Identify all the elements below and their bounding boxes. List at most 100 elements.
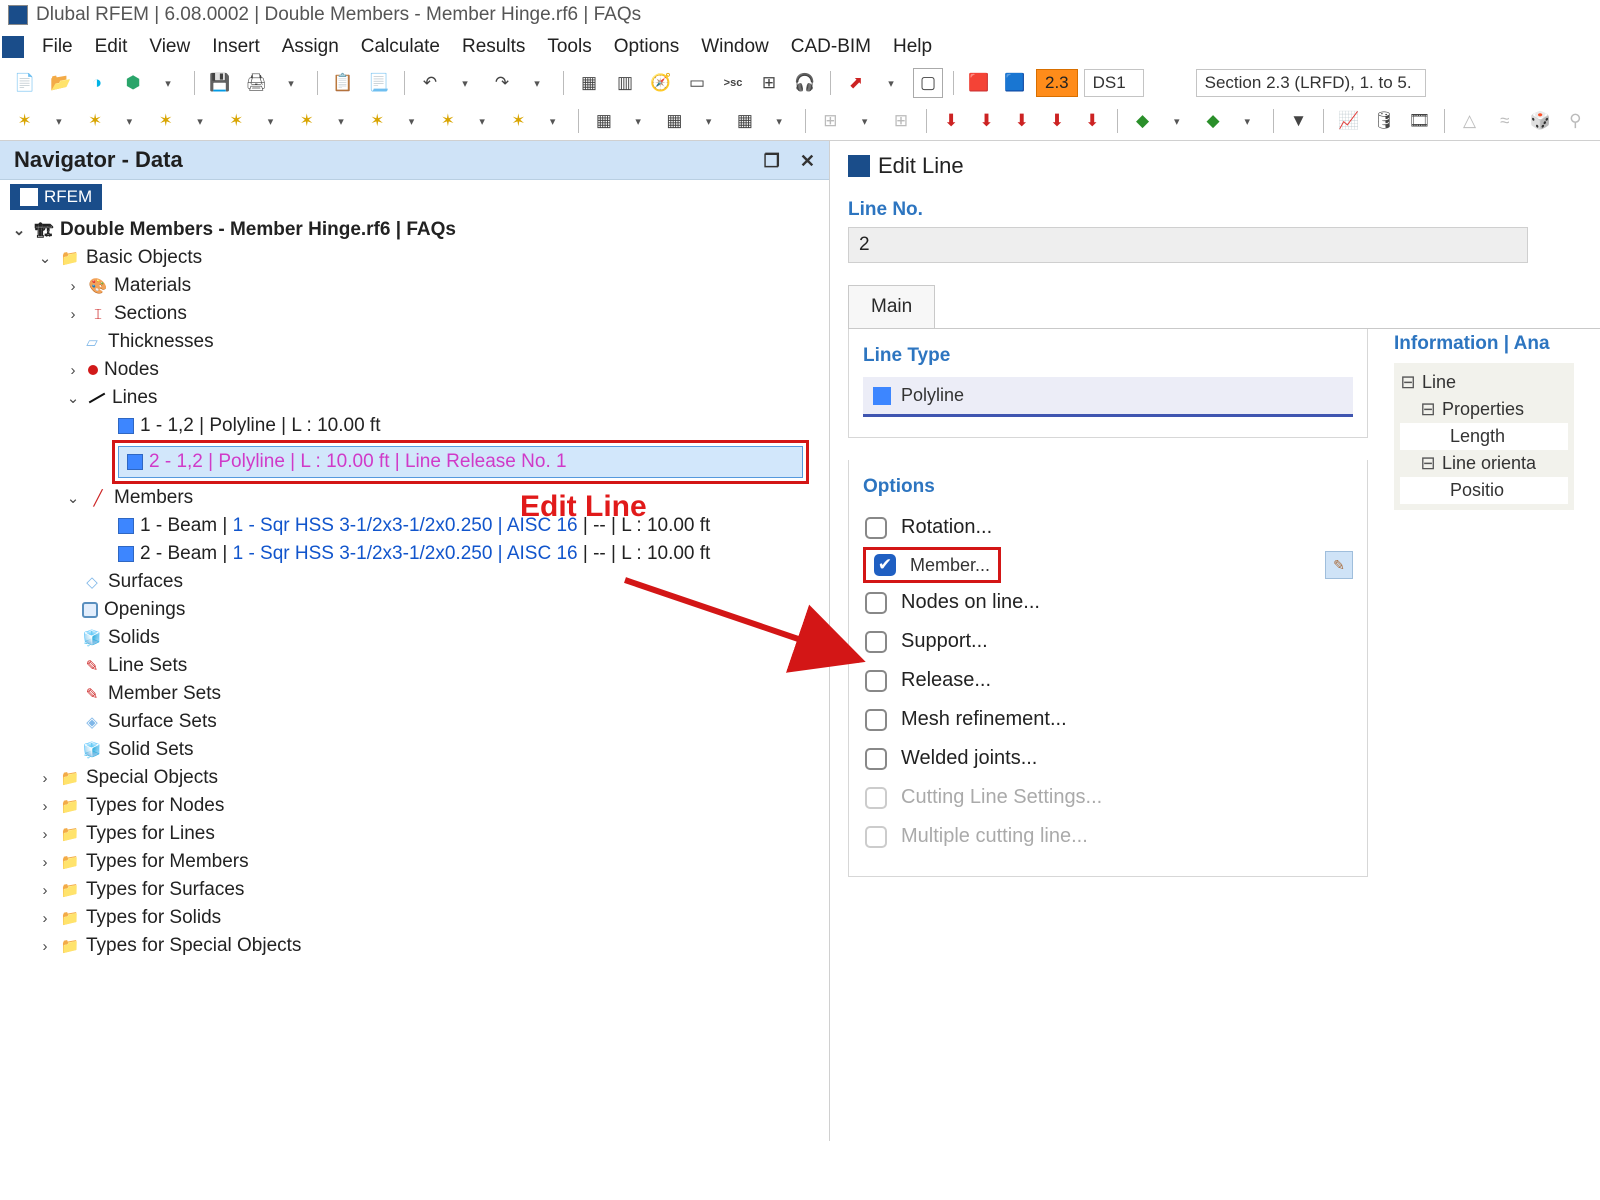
member2-link[interactable]: 1 - Sqr HSS 3-1/2x3-1/2x0.250 | AISC 16: [233, 543, 578, 564]
tree-surface-sets[interactable]: ◈Surface Sets: [8, 708, 821, 736]
menu-results[interactable]: Results: [452, 32, 535, 62]
twisty-open-icon[interactable]: ⌄: [10, 221, 28, 239]
twisty-open-icon[interactable]: ⌄: [64, 389, 82, 407]
section-combo[interactable]: Section 2.3 (LRFD), 1. to 5.: [1196, 69, 1426, 97]
member-edit-button[interactable]: ✎: [1325, 551, 1353, 579]
d2[interactable]: [116, 106, 145, 136]
open-icon[interactable]: 📂: [46, 68, 76, 98]
view2-icon[interactable]: 🛢: [1369, 106, 1398, 136]
misc2-icon[interactable]: ≈: [1490, 106, 1519, 136]
cloud-icon[interactable]: ◑: [82, 68, 112, 98]
tree-line-1[interactable]: 1 - 1,2 | Polyline | L : 10.00 ft: [8, 412, 821, 440]
tree-member-sets[interactable]: ✎Member Sets: [8, 680, 821, 708]
info-properties[interactable]: ⊟Properties: [1400, 396, 1568, 423]
block-icon[interactable]: ⬢: [118, 68, 148, 98]
tree-sections[interactable]: › 𝙸 Sections: [8, 300, 821, 328]
units-icon[interactable]: ⊞: [754, 68, 784, 98]
twisty-closed-icon[interactable]: ›: [36, 826, 54, 843]
star1-icon[interactable]: ✶: [10, 106, 39, 136]
doc2-icon[interactable]: 📃: [364, 68, 394, 98]
twisty-closed-icon[interactable]: ›: [36, 882, 54, 899]
star3-icon[interactable]: ✶: [151, 106, 180, 136]
app-menu-icon[interactable]: [2, 36, 24, 58]
load4-icon[interactable]: ⬇: [1042, 106, 1071, 136]
collapse-icon[interactable]: ⊟: [1420, 399, 1436, 420]
gyd1[interactable]: [851, 106, 880, 136]
d5[interactable]: [327, 106, 356, 136]
option-rotation[interactable]: Rotation...: [863, 508, 1353, 547]
menu-window[interactable]: Window: [691, 32, 779, 62]
tab-main[interactable]: Main: [848, 285, 935, 328]
view1-icon[interactable]: 📈: [1334, 106, 1363, 136]
tree-types-special[interactable]: ›Types for Special Objects: [8, 932, 821, 960]
res1-icon[interactable]: 🟥: [964, 68, 994, 98]
gray2-icon[interactable]: ⊞: [886, 106, 915, 136]
checkbox-icon[interactable]: [865, 592, 887, 614]
undo-icon[interactable]: ↶: [415, 68, 445, 98]
d3[interactable]: [186, 106, 215, 136]
undo-drop-icon[interactable]: [451, 68, 481, 98]
twisty-closed-icon[interactable]: ›: [64, 362, 82, 379]
menu-view[interactable]: View: [139, 32, 200, 62]
panel-close-icon[interactable]: ✕: [800, 151, 815, 171]
tree-types-lines[interactable]: ›Types for Lines: [8, 820, 821, 848]
menu-options[interactable]: Options: [604, 32, 689, 62]
checkbox-icon[interactable]: [865, 517, 887, 539]
select-arrow-icon[interactable]: ⬈: [841, 68, 871, 98]
version-badge[interactable]: 2.3: [1036, 69, 1078, 97]
twisty-closed-icon[interactable]: ›: [36, 854, 54, 871]
checkbox-icon[interactable]: [865, 631, 887, 653]
menu-tools[interactable]: Tools: [537, 32, 601, 62]
twisty-closed-icon[interactable]: ›: [64, 306, 82, 323]
info-orientation[interactable]: ⊟Line orienta: [1400, 450, 1568, 477]
tree-solid-sets[interactable]: 🧊Solid Sets: [8, 736, 821, 764]
view3-icon[interactable]: 🎞: [1405, 106, 1434, 136]
grd1[interactable]: [1163, 106, 1192, 136]
star8-icon[interactable]: ✶: [504, 106, 533, 136]
dice-icon[interactable]: 🎲: [1525, 106, 1554, 136]
d7[interactable]: [468, 106, 497, 136]
tree-basic-objects[interactable]: ⌄ Basic Objects: [8, 244, 821, 272]
tree-openings[interactable]: Openings: [8, 596, 821, 624]
twisty-closed-icon[interactable]: ›: [36, 910, 54, 927]
print-drop-icon[interactable]: [277, 68, 307, 98]
tree-solids[interactable]: 🧊Solids: [8, 624, 821, 652]
gray1-icon[interactable]: ⊞: [816, 106, 845, 136]
redo-icon[interactable]: ↷: [487, 68, 517, 98]
star7-icon[interactable]: ✶: [433, 106, 462, 136]
menu-insert[interactable]: Insert: [202, 32, 270, 62]
grd2[interactable]: [1234, 106, 1263, 136]
twisty-closed-icon[interactable]: ›: [64, 278, 82, 295]
print-icon[interactable]: 🖨: [241, 68, 271, 98]
info-length[interactable]: Length: [1400, 423, 1568, 450]
menu-calculate[interactable]: Calculate: [351, 32, 450, 62]
load5-icon[interactable]: ⬇: [1078, 106, 1107, 136]
option-support[interactable]: Support...: [863, 622, 1353, 661]
checkbox-icon[interactable]: [865, 670, 887, 692]
info-line[interactable]: ⊟Line: [1400, 369, 1568, 396]
line-type-combo[interactable]: Polyline: [863, 377, 1353, 417]
star4-icon[interactable]: ✶: [222, 106, 251, 136]
twisty-closed-icon[interactable]: ›: [36, 798, 54, 815]
twisty-open-icon[interactable]: ⌄: [64, 489, 82, 507]
star6-icon[interactable]: ✶: [363, 106, 392, 136]
project-nav-icon[interactable]: 🧭: [646, 68, 676, 98]
menu-file[interactable]: File: [32, 32, 83, 62]
tree-line-2[interactable]: 2 - 1,2 | Polyline | L : 10.00 ft | Line…: [118, 446, 803, 478]
tree-surfaces[interactable]: ◇Surfaces: [8, 568, 821, 596]
tree-nodes[interactable]: › Nodes: [8, 356, 821, 384]
star2-icon[interactable]: ✶: [81, 106, 110, 136]
block-drop-icon[interactable]: [154, 68, 184, 98]
misc3-icon[interactable]: ⚲: [1561, 106, 1590, 136]
option-nodes-on-line[interactable]: Nodes on line...: [863, 583, 1353, 622]
menu-edit[interactable]: Edit: [85, 32, 138, 62]
gd1[interactable]: [624, 106, 653, 136]
option-mesh[interactable]: Mesh refinement...: [863, 700, 1353, 739]
star5-icon[interactable]: ✶: [292, 106, 321, 136]
table2-icon[interactable]: ▥: [610, 68, 640, 98]
d4[interactable]: [257, 106, 286, 136]
checkbox-icon[interactable]: [865, 748, 887, 770]
d6[interactable]: [398, 106, 427, 136]
panel-restore-icon[interactable]: ❐: [764, 151, 780, 171]
tree-member-1[interactable]: 1 - Beam | 1 - Sqr HSS 3-1/2x3-1/2x0.250…: [8, 512, 821, 540]
